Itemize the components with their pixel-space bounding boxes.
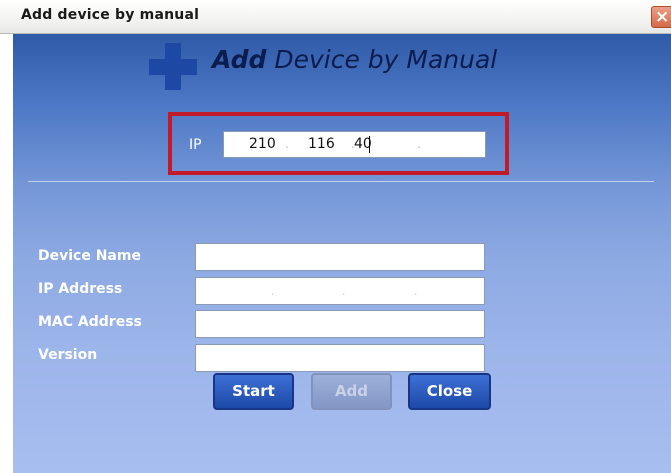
text-cursor [369,136,370,153]
title-bar[interactable]: Add device by manual × [0,0,671,34]
ip-search-label: IP [189,137,202,153]
device-name-label: Device Name [38,248,141,264]
heading-rest: Device by Manual [266,45,498,74]
ip-separator: . [417,137,421,151]
mac-address-field[interactable] [195,310,485,338]
ip-separator: . [285,137,289,151]
add-device-dialog: Add device by manual × Add Device by Man… [0,0,671,473]
start-button[interactable]: Start [213,373,294,410]
ip-octet-1: 210 [249,136,276,152]
ip-address-field[interactable]: . . . [195,277,485,305]
window-title: Add device by manual [21,7,200,23]
ip-separator: . [414,285,418,298]
add-button[interactable]: Add [311,373,392,410]
ip-search-input[interactable]: 210 . 116 . 40 . [223,131,486,158]
dialog-heading: Add Device by Manual [212,45,497,74]
ip-separator: . [342,285,346,298]
ip-address-label: IP Address [38,281,123,297]
ip-separator: . [271,285,275,298]
close-icon: × [655,7,670,27]
device-name-field[interactable] [195,243,485,271]
heading-bold-word: Add [212,45,267,74]
plus-icon [149,43,197,90]
version-field[interactable] [195,344,485,372]
divider [28,181,654,182]
close-button[interactable]: Close [408,373,491,410]
mac-address-label: MAC Address [38,314,142,330]
version-label: Version [38,347,98,363]
window-close-button[interactable]: × [651,6,671,28]
ip-octet-2: 116 [308,136,335,152]
